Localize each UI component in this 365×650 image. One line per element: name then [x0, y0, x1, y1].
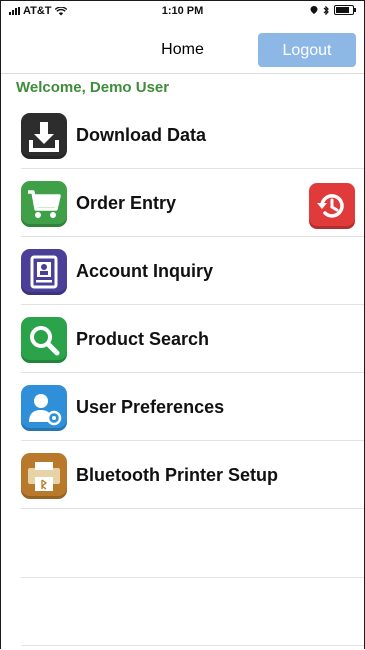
divider [21, 577, 364, 578]
menu-item-label: Order Entry [76, 193, 177, 213]
app-screen: AT&T 1:10 PM Home Logout Welcome, Demo U… [0, 0, 365, 649]
menu-item-label: User Preferences [76, 397, 225, 417]
menu-item-label: Download Data [76, 125, 207, 145]
menu-item-label: Account Inquiry [76, 261, 214, 281]
divider [21, 645, 364, 646]
search-icon [21, 317, 67, 363]
menu-item-product-search[interactable]: Product Search [1, 305, 364, 373]
printer-icon [21, 453, 67, 499]
history-icon [317, 194, 344, 218]
shopping-cart-icon [21, 181, 67, 227]
account-card-icon [21, 249, 67, 295]
status-bar: AT&T 1:10 PM [1, 1, 364, 21]
menu-item-account-inquiry[interactable]: Account Inquiry [1, 237, 364, 305]
menu-item-download-data[interactable]: Download Data [1, 101, 364, 169]
divider [21, 508, 364, 509]
menu-item-bluetooth-printer-setup[interactable]: Bluetooth Printer Setup [1, 441, 364, 509]
welcome-message: Welcome, Demo User [16, 79, 170, 96]
order-history-button[interactable] [309, 183, 355, 229]
navigation-bar: Home Logout [1, 27, 364, 74]
bluetooth-icon [323, 5, 329, 15]
battery-icon [334, 5, 356, 15]
user-settings-icon [21, 385, 67, 431]
location-icon [310, 6, 318, 14]
logout-button[interactable]: Logout [258, 33, 356, 67]
menu-item-label: Product Search [76, 329, 210, 349]
menu-item-user-preferences[interactable]: User Preferences [1, 373, 364, 441]
menu-item-label: Bluetooth Printer Setup [76, 465, 278, 485]
download-icon [21, 113, 67, 159]
status-icons [310, 5, 356, 15]
